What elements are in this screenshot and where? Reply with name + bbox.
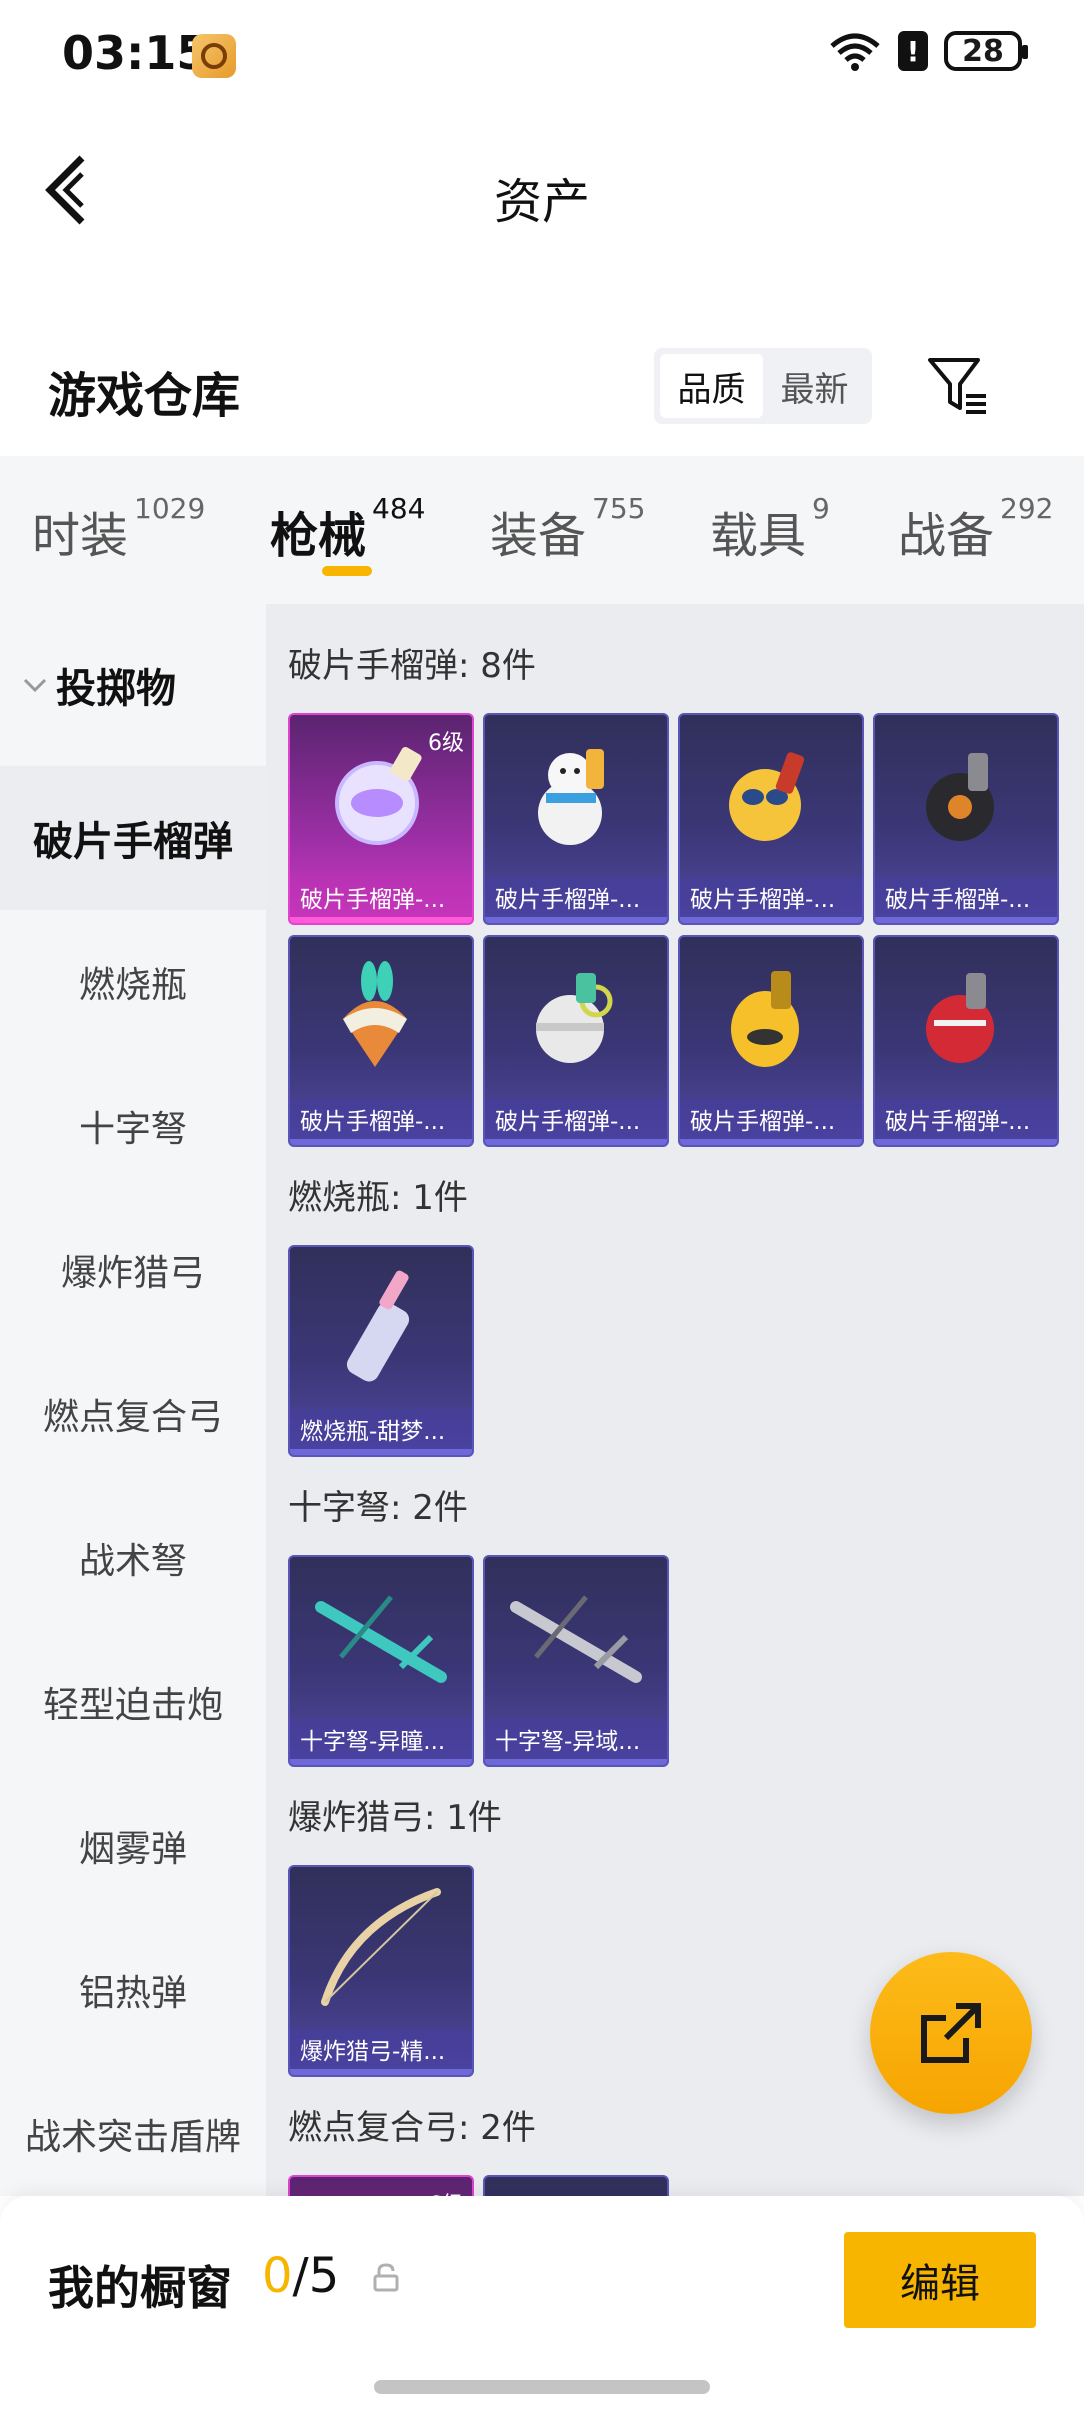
chevron-down-icon	[23, 678, 47, 693]
alert-icon: !	[898, 31, 928, 71]
tab-combat-gear[interactable]: 战备 292	[898, 492, 1053, 566]
item-card[interactable]: 十字弩-异瞳...	[288, 1555, 474, 1767]
section-crossbow: 十字弩: 2件 十字弩-异瞳... 十字弩-异域...	[288, 1480, 1078, 1767]
carrot-grenade-icon	[343, 961, 407, 1067]
item-level: 6级	[428, 2187, 464, 2196]
bow-icon	[321, 1888, 441, 2006]
section-title: 破片手榴弹: 8件	[288, 646, 536, 686]
sort-toggle: 品质 最新	[654, 348, 872, 424]
lock-icon	[373, 2263, 399, 2292]
item-card[interactable]: 破片手榴弹-...	[873, 935, 1059, 1147]
page-title: 资产	[493, 174, 590, 230]
warehouse-title: 游戏仓库	[48, 368, 241, 424]
edit-button[interactable]: 编辑	[844, 2232, 1036, 2328]
battery-level: 28	[962, 33, 1004, 69]
sidebar-item-light-mortar[interactable]: 轻型迫击炮	[0, 1630, 266, 1774]
item-card[interactable]: 破片手榴弹-...	[288, 935, 474, 1147]
bottle-icon	[346, 1270, 410, 1382]
sidebar-item-tactical-crossbow[interactable]: 战术弩	[0, 1486, 266, 1630]
snowman-grenade-icon	[538, 749, 604, 845]
sidebar-group-throwables[interactable]: 投掷物	[0, 604, 266, 766]
home-indicator[interactable]	[374, 2380, 710, 2394]
tab-equipment[interactable]: 装备 755	[490, 492, 645, 566]
tab-count: 755	[592, 492, 646, 525]
tab-count: 292	[1000, 492, 1054, 525]
tab-fashion[interactable]: 时装 1029	[32, 492, 205, 566]
section-title: 燃烧瓶: 1件	[288, 1178, 468, 1218]
item-card[interactable]: 破片手榴弹-...	[873, 713, 1059, 925]
section-title: 爆炸猎弓: 1件	[288, 1798, 502, 1838]
bottom-bar: 我的橱窗 0/5 编辑	[0, 2196, 1084, 2412]
sidebar-group-label: 投掷物	[56, 666, 176, 712]
showcase-current: 0	[262, 2248, 293, 2304]
tab-label: 载具	[710, 508, 807, 564]
tab-label: 时装	[32, 508, 129, 564]
section-frag-grenade: 破片手榴弹: 8件 6级 破片手榴弹-... 破片手榴弹-... 破片手榴弹-.…	[288, 638, 1078, 1147]
emoji-grenade-icon	[729, 752, 805, 841]
white-grenade-icon	[536, 973, 613, 1063]
tab-label: 战备	[898, 508, 995, 564]
item-card[interactable]	[483, 2175, 669, 2196]
showcase-title: 我的橱窗	[48, 2261, 232, 2315]
sidebar-item-smoke-grenade[interactable]: 烟雾弹	[0, 1774, 266, 1918]
item-card[interactable]: 破片手榴弹-...	[678, 935, 864, 1147]
sidebar-item-compound-bow[interactable]: 燃点复合弓	[0, 1342, 266, 1486]
tab-label: 枪械	[270, 508, 367, 564]
wifi-icon	[830, 33, 880, 71]
item-card[interactable]: 爆炸猎弓-精...	[288, 1865, 474, 2077]
item-card[interactable]: 6级	[288, 2175, 474, 2196]
red-grenade-icon	[926, 973, 994, 1063]
filter-button[interactable]	[926, 356, 990, 416]
section-title: 十字弩: 2件	[288, 1488, 468, 1528]
crossbow-icon	[510, 1595, 642, 1683]
showcase-total: /5	[292, 2248, 340, 2304]
sidebar-item-molotov[interactable]: 燃烧瓶	[0, 910, 266, 1054]
item-card[interactable]: 破片手榴弹-...	[483, 713, 669, 925]
showcase-count: 0/5	[262, 2248, 339, 2304]
section-molotov: 燃烧瓶: 1件 燃烧瓶-甜梦...	[288, 1170, 1078, 1457]
dark-grenade-icon	[926, 753, 994, 841]
sidebar-item-assault-shield[interactable]: 战术突击盾牌	[0, 2062, 266, 2206]
sidebar-item-explosive-bow[interactable]: 爆炸猎弓	[0, 1198, 266, 1342]
sidebar-item-crossbow[interactable]: 十字弩	[0, 1054, 266, 1198]
tab-count: 1029	[134, 492, 206, 525]
status-time: 03:15	[62, 26, 209, 80]
sidebar-item-thermite[interactable]: 铝热弹	[0, 1918, 266, 2062]
section-compound-bow: 燃点复合弓: 2件 6级	[288, 2100, 1078, 2196]
sidebar: 投掷物 破片手榴弹 燃烧瓶 十字弩 爆炸猎弓 燃点复合弓 战术弩 轻型迫击炮 烟…	[0, 604, 266, 2196]
active-tab-indicator	[322, 566, 372, 576]
yellow-grenade-icon	[731, 971, 799, 1067]
crossbow-icon	[315, 1595, 447, 1683]
tab-label: 装备	[490, 508, 587, 564]
sort-latest-button[interactable]: 最新	[763, 354, 866, 418]
tab-vehicles[interactable]: 载具 9	[710, 492, 830, 566]
item-card[interactable]: 十字弩-异域...	[483, 1555, 669, 1767]
battery-icon: 28	[944, 31, 1028, 71]
item-card[interactable]: 破片手榴弹-...	[483, 935, 669, 1147]
status-icons: ! 28	[828, 30, 1028, 72]
share-button[interactable]	[870, 1952, 1032, 2114]
tab-firearms[interactable]: 枪械 484	[270, 492, 425, 566]
app-notification-icon	[192, 34, 236, 78]
item-card[interactable]: 破片手榴弹-...	[678, 713, 864, 925]
header: 资产	[0, 110, 1084, 280]
category-tabs: 时装 1029 枪械 484 装备 755 载具 9 战备 292	[0, 456, 1084, 604]
tab-count: 484	[372, 492, 426, 525]
tab-count: 9	[812, 492, 830, 525]
sort-quality-button[interactable]: 品质	[660, 354, 763, 418]
potion-grenade-icon	[335, 746, 422, 845]
filter-icon	[928, 358, 986, 414]
share-icon	[921, 2003, 981, 2063]
status-bar: 03:15 ! 28	[0, 0, 1084, 110]
item-card[interactable]: 燃烧瓶-甜梦...	[288, 1245, 474, 1457]
sidebar-item-frag-grenade[interactable]: 破片手榴弹	[0, 766, 266, 910]
item-card[interactable]: 6级 破片手榴弹-...	[288, 713, 474, 925]
